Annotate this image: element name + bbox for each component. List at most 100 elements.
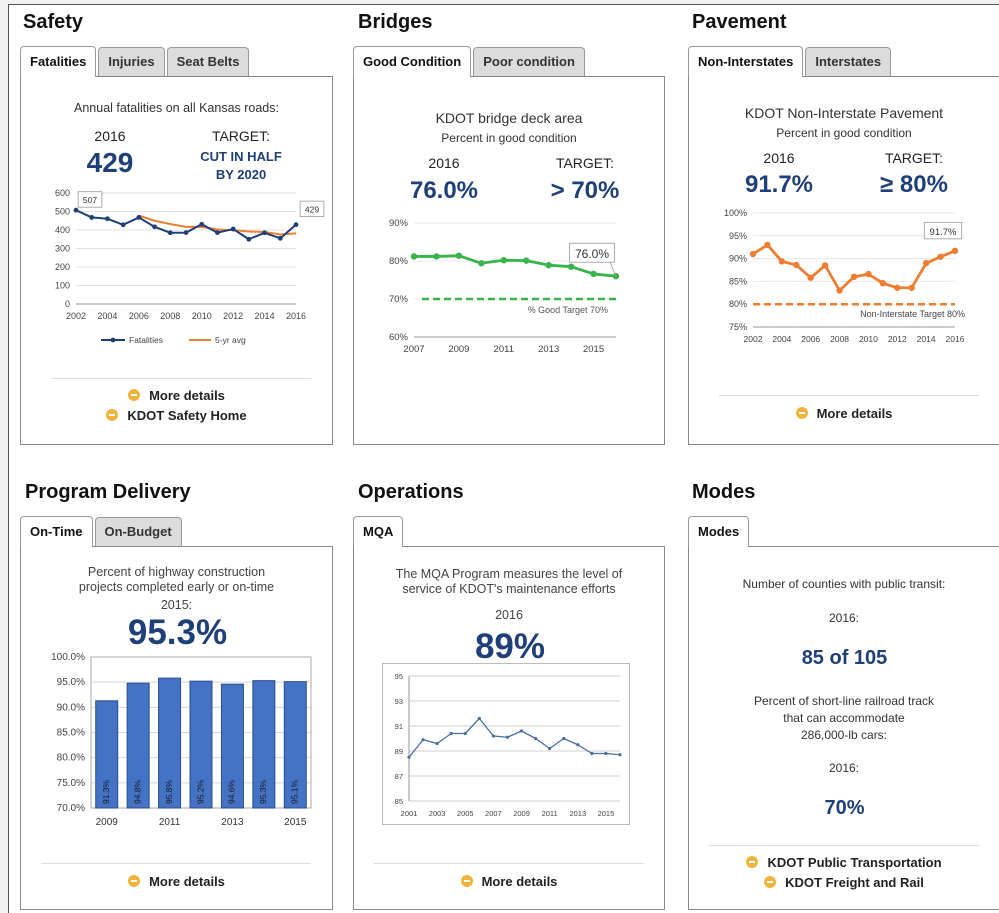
tab-mqa[interactable]: MQA — [353, 516, 404, 547]
tab-fatalities[interactable]: Fatalities — [20, 46, 97, 77]
pavement-year-label: 2016 — [763, 150, 795, 166]
kdot-public-transportation-link[interactable]: KDOT Public Transportation — [746, 853, 942, 871]
y-tick-label: 80% — [729, 299, 747, 309]
data-point — [463, 731, 467, 736]
safety-links: More details KDOT Safety Home — [21, 386, 332, 426]
kdot-freight-and-rail-link[interactable]: KDOT Freight and Rail — [764, 873, 924, 891]
data-point — [435, 741, 439, 746]
safety-panel: Annual fatalities on all Kansas roads: 2… — [20, 76, 333, 445]
y-tick-label: 70.0% — [57, 803, 85, 814]
program-chart: 70.0% 75.0% 80.0% 85.0% 90.0% 95.0% 100.0% 91.3… — [51, 652, 312, 828]
y-tick-label: 70% — [389, 294, 409, 305]
data-point — [534, 736, 538, 741]
operations-panel: The MQA Program measures the level of se… — [353, 546, 665, 910]
data-point — [545, 261, 552, 269]
tab-modes[interactable]: Modes — [688, 516, 750, 547]
y-tick-label: 100 — [55, 281, 70, 291]
x-tick-label: 2008 — [830, 334, 849, 344]
data-point — [152, 224, 157, 230]
tab-non-interstates[interactable]: Non-Interstates — [688, 46, 804, 77]
y-tick-label: 89 — [395, 747, 403, 756]
tab-interstates[interactable]: Interstates — [805, 47, 892, 76]
program-panel: Percent of highway construction projects… — [20, 546, 333, 910]
data-point — [612, 273, 620, 280]
operations-value: 89% — [474, 627, 546, 666]
more-details-link[interactable]: More details — [460, 872, 557, 890]
x-tick-label: 2006 — [801, 334, 820, 344]
safety-target-label: TARGET: — [211, 128, 271, 144]
tab-poor-condition[interactable]: Poor condition — [473, 47, 585, 76]
modes-panel: Number of counties with public transit: … — [688, 546, 999, 910]
legend-marker — [110, 337, 116, 343]
data-point — [199, 221, 205, 227]
divider — [719, 395, 979, 396]
data-point — [951, 247, 959, 255]
section-title-pavement: Pavement — [692, 11, 787, 33]
bridges-target-label: TARGET: — [555, 155, 615, 171]
data-point — [246, 236, 252, 242]
more-details-link[interactable]: More details — [795, 404, 893, 422]
link-label: KDOT Freight and Rail — [785, 874, 924, 890]
tab-on-time[interactable]: On-Time — [20, 516, 93, 547]
link-label: KDOT Safety Home — [127, 407, 247, 423]
safety-tabs: Fatalities Injuries Seat Belts — [20, 46, 251, 77]
legend-label: Fatalities — [129, 335, 163, 345]
safety-year-label: 2016 — [94, 128, 126, 144]
data-point — [477, 716, 481, 721]
tab-seat-belts[interactable]: Seat Belts — [166, 47, 250, 76]
safety-chart-title: Annual fatalities on all Kansas roads: — [74, 101, 279, 115]
tab-good-condition[interactable]: Good Condition — [353, 46, 472, 77]
modes-tabs: Modes — [688, 516, 751, 547]
operations-tabs: MQA — [353, 516, 405, 547]
more-details-link[interactable]: More details — [128, 386, 225, 404]
x-tick-label: 2010 — [192, 311, 212, 321]
tab-injuries[interactable]: Injuries — [98, 47, 165, 76]
modes-question-2-line3: 286,000-lb cars: — [800, 728, 888, 742]
x-tick-label: 2011 — [494, 344, 514, 355]
divider — [374, 863, 644, 864]
data-point — [449, 731, 453, 736]
x-tick-label: 2011 — [159, 817, 181, 828]
arrow-circle-icon — [106, 409, 119, 421]
x-tick-label: 2003 — [429, 809, 446, 818]
y-tick-label: 80.0% — [57, 753, 85, 764]
callout-pointer — [609, 262, 617, 277]
operations-chart: 85 87 89 91 93 95 2001 2003 2005 2007 2009 2011 2013… — [395, 672, 622, 818]
data-point — [908, 284, 915, 291]
program-chart-title-2: projects completed early or on-time — [78, 580, 275, 594]
x-tick-label: 2010 — [859, 334, 878, 344]
x-tick-label: 2001 — [401, 809, 418, 818]
link-label: More details — [816, 405, 893, 421]
program-tabs: On-Time On-Budget — [20, 516, 184, 547]
tab-on-budget[interactable]: On-Budget — [94, 517, 182, 546]
data-label: 91.7% — [930, 227, 957, 238]
data-point — [105, 216, 110, 222]
data-point — [618, 753, 622, 757]
more-details-link[interactable]: More details — [128, 872, 225, 890]
data-point — [455, 252, 463, 259]
target-label: Non-Interstate Target 80% — [860, 309, 965, 319]
section-title-bridges: Bridges — [358, 11, 433, 33]
modes-year-2: 2016: — [828, 761, 860, 775]
x-tick-label: 2014 — [255, 311, 275, 321]
y-tick-label: 300 — [55, 244, 70, 254]
data-point — [136, 215, 142, 220]
x-tick-label: 2009 — [513, 809, 530, 818]
modes-links: KDOT Public Transportation KDOT Freight … — [689, 853, 999, 893]
data-point — [879, 280, 887, 287]
program-chart-title-1: Percent of highway construction — [87, 565, 266, 579]
bar-data-label: 95.8% — [164, 779, 174, 804]
data-point — [410, 253, 418, 260]
modes-question-2-line2: that can accommodate — [783, 711, 905, 725]
arrow-circle-icon — [128, 389, 141, 401]
kdot-safety-home-link[interactable]: KDOT Safety Home — [106, 406, 247, 424]
x-tick-label: 2005 — [457, 809, 474, 818]
x-tick-label: 2002 — [744, 334, 763, 344]
divider — [51, 378, 311, 379]
x-tick-label: 2007 — [485, 809, 502, 818]
data-point — [793, 261, 800, 269]
data-label: 429 — [305, 205, 319, 215]
data-point — [548, 746, 552, 751]
y-tick-label: 85% — [729, 276, 747, 286]
data-point — [576, 743, 580, 747]
